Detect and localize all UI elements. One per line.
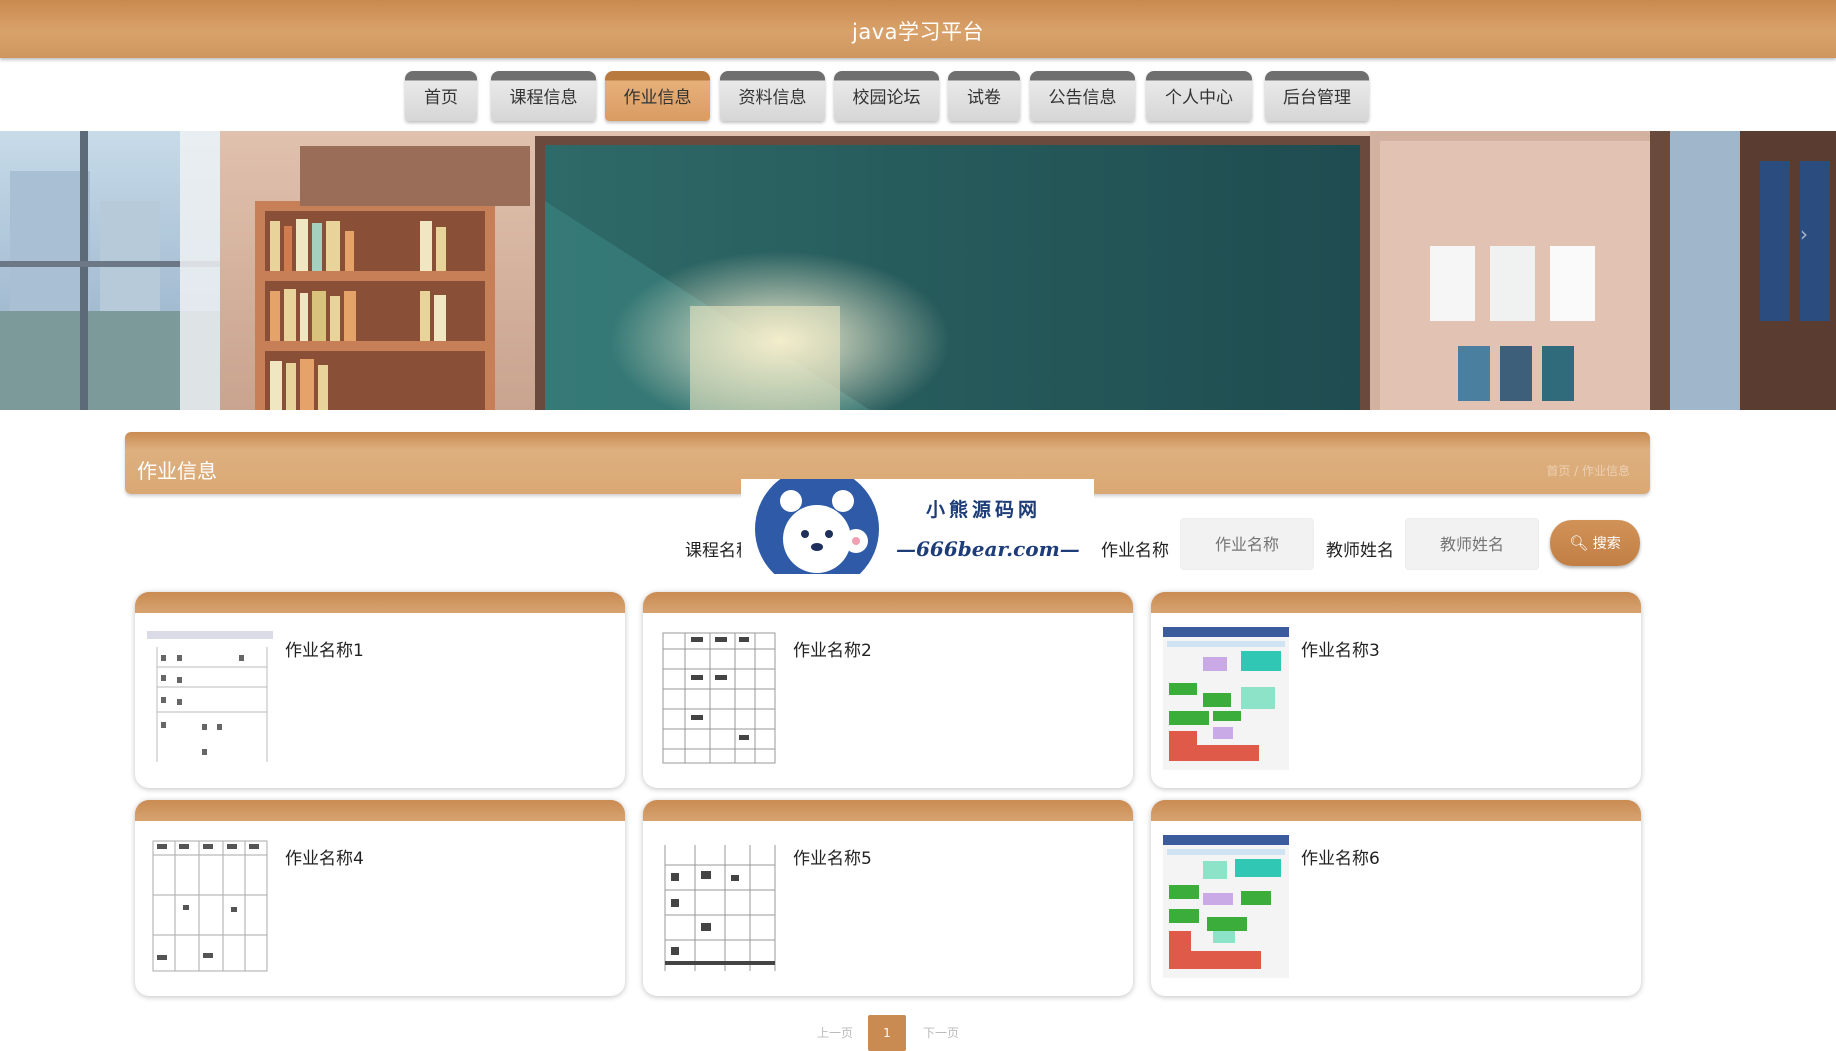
homework-name-input[interactable] (1180, 518, 1314, 570)
pagination: 上一页 1 下一页 (0, 1015, 1836, 1051)
main-nav: 首页 课程信息 作业信息 资料信息 校园论坛 试卷 公告信息 个人中心 后台管理 (0, 71, 1836, 121)
next-page-button[interactable]: 下一页 (906, 1015, 976, 1051)
nav-item-notices[interactable]: 公告信息 (1030, 71, 1135, 121)
search-button[interactable]: 🔍︎ 搜索 (1550, 520, 1640, 566)
search-icon: 🔍︎ (1569, 534, 1589, 552)
nav-item-exam[interactable]: 试卷 (948, 71, 1020, 121)
homework-name: 作业名称5 (793, 849, 872, 869)
banner-carousel[interactable]: › (0, 131, 1836, 410)
card-header-strip (1151, 800, 1641, 821)
homework-thumbnail (655, 627, 781, 770)
homework-thumbnail (655, 835, 781, 978)
current-page-button[interactable]: 1 (868, 1015, 906, 1051)
homework-thumbnail (1163, 627, 1289, 770)
section-title: 作业信息 (137, 459, 217, 483)
nav-item-materials[interactable]: 资料信息 (720, 71, 825, 121)
homework-name: 作业名称4 (285, 849, 364, 869)
breadcrumb[interactable]: 首页 / 作业信息 (1546, 462, 1630, 479)
search-button-label: 搜索 (1592, 536, 1621, 552)
homework-card[interactable]: 作业名称1 (135, 592, 625, 788)
homework-card[interactable]: 作业名称5 (643, 800, 1133, 996)
card-header-strip (1151, 592, 1641, 613)
watermark-logo: 小熊源码网 —666bear.com— (741, 467, 1094, 591)
card-header-strip (643, 800, 1133, 821)
card-header-strip (643, 592, 1133, 613)
svg-text:›: › (1800, 222, 1808, 246)
homework-thumbnail (147, 627, 273, 770)
homework-name: 作业名称1 (285, 641, 364, 661)
prev-page-button[interactable]: 上一页 (800, 1015, 870, 1051)
homework-card[interactable]: 作业名称2 (643, 592, 1133, 788)
homework-name-label: 作业名称 (1101, 541, 1169, 561)
nav-item-forum[interactable]: 校园论坛 (834, 71, 939, 121)
watermark-url: —666bear.com— (896, 537, 1080, 561)
homework-thumbnail (1163, 835, 1289, 978)
top-header-bar: java学习平台 (0, 0, 1836, 58)
homework-card[interactable]: 作业名称4 (135, 800, 625, 996)
homework-name: 作业名称6 (1301, 849, 1380, 869)
teacher-name-input[interactable] (1405, 518, 1539, 570)
nav-item-home[interactable]: 首页 (405, 71, 477, 121)
nav-item-admin[interactable]: 后台管理 (1265, 71, 1369, 121)
teacher-name-label: 教师姓名 (1326, 541, 1394, 561)
classroom-banner-image: › (0, 131, 1836, 410)
homework-name: 作业名称2 (793, 641, 872, 661)
card-header-strip (135, 592, 625, 613)
watermark-title: 小熊源码网 (926, 499, 1042, 521)
site-title: java学习平台 (852, 20, 984, 44)
homework-thumbnail (147, 835, 273, 978)
card-header-strip (135, 800, 625, 821)
nav-item-homework[interactable]: 作业信息 (605, 71, 710, 121)
homework-card[interactable]: 作业名称6 (1151, 800, 1641, 996)
nav-item-profile[interactable]: 个人中心 (1146, 71, 1252, 121)
nav-item-courses[interactable]: 课程信息 (491, 71, 596, 121)
homework-card[interactable]: 作业名称3 (1151, 592, 1641, 788)
homework-name: 作业名称3 (1301, 641, 1380, 661)
